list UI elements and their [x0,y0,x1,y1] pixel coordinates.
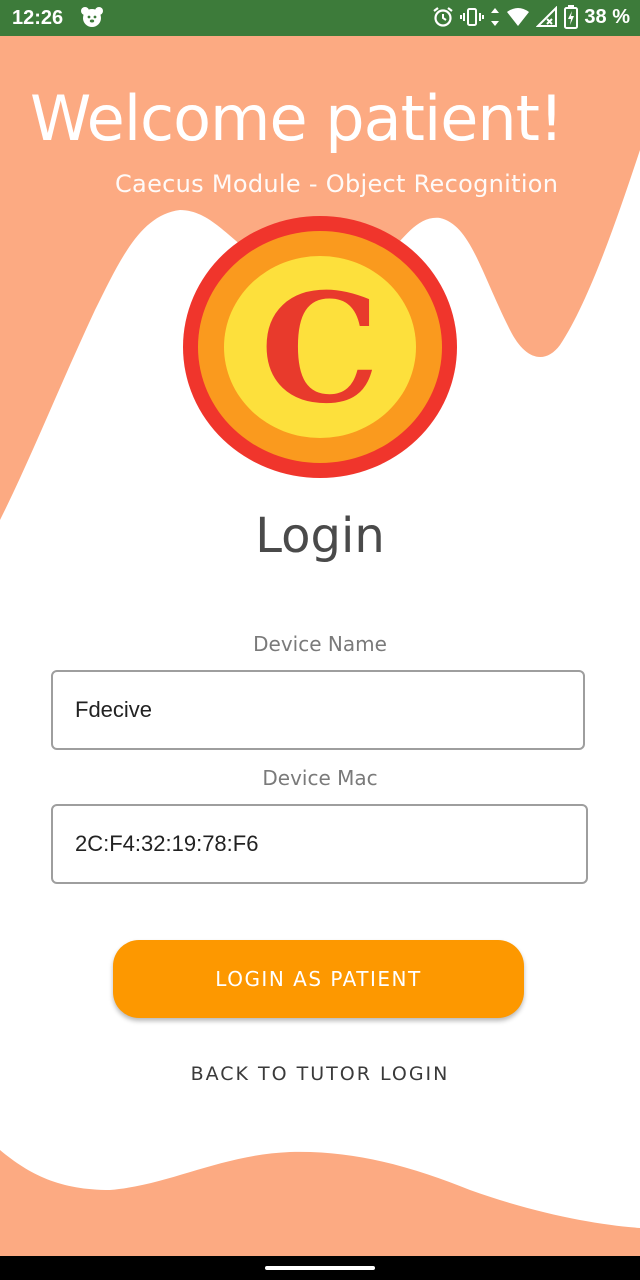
battery-percentage: 38 % [584,5,630,28]
vibrate-icon [460,8,485,26]
back-to-tutor-login-link[interactable]: BACK TO TUTOR LOGIN [0,1063,640,1085]
wifi-icon [507,8,530,26]
device-mac-label: Device Mac [262,766,378,790]
signal-icon [536,6,558,27]
data-arrows-icon [491,8,500,26]
device-name-label: Device Name [253,632,387,656]
status-icons: 38 % [432,5,630,29]
bottom-wave-shape [0,1150,640,1256]
home-gesture-handle[interactable] [265,1266,375,1270]
status-time: 12:26 [12,7,64,29]
welcome-title: Welcome patient! [30,82,564,155]
login-as-patient-button[interactable]: LOGIN AS PATIENT [113,940,524,1018]
module-subtitle: Caecus Module - Object Recognition [115,170,559,198]
navigation-bar [0,1256,640,1280]
device-name-field[interactable] [51,670,585,750]
status-bar: 12:26 38 % [0,0,640,36]
logo-letter: C [260,261,380,437]
alarm-icon [433,7,454,27]
device-mac-field[interactable] [51,804,588,884]
app-logo: C [182,215,458,479]
login-heading: Login [255,508,385,564]
bear-notification-icon [80,6,104,34]
battery-charging-icon [564,5,579,29]
